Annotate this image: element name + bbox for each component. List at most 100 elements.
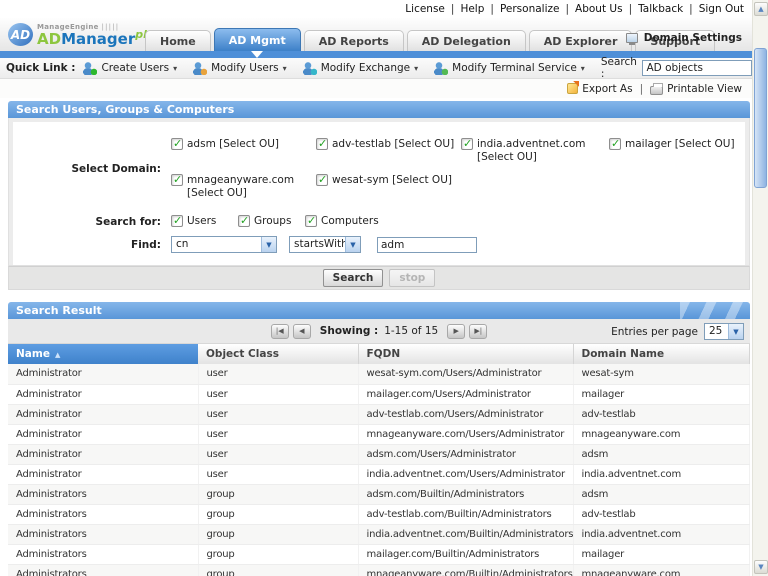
toplink-help[interactable]: Help	[445, 3, 485, 15]
cell-name: Administrator	[8, 364, 198, 384]
cell-name: Administrator	[8, 444, 198, 464]
checkbox-checked-icon[interactable]	[316, 138, 328, 150]
cell-name: Administrator	[8, 464, 198, 484]
domain-checkbox-grid: adsm [Select OU] adv-testlab [Select OU]…	[171, 138, 749, 200]
checkbox-checked-icon[interactable]	[171, 138, 183, 150]
search-for-option-computers[interactable]: Computers	[305, 215, 372, 228]
tab-home[interactable]: Home	[145, 30, 211, 51]
next-page-button[interactable]: ▶	[447, 324, 465, 339]
search-for-option-label: Computers	[321, 215, 379, 228]
tab-ad-explorer[interactable]: AD Explorer	[529, 30, 633, 51]
domain-option-mailager-select-ou[interactable]: mailager [Select OU]	[609, 138, 749, 164]
domain-option-wesat-sym-select-ou[interactable]: wesat-sym [Select OU]	[316, 174, 461, 200]
cell-object-class: user	[198, 404, 358, 424]
scrollbar-down-arrow[interactable]	[754, 560, 768, 574]
chevron-down-icon: ▼	[345, 237, 360, 252]
pagination-bar: |◀ ◀ Showing : 1-15 of 15 ▶ ▶| Entries p…	[8, 319, 750, 344]
domain-settings-label: Domain Settings	[644, 32, 742, 44]
cell-fqdn: mnageanyware.com/Users/Administrator	[358, 424, 573, 444]
toplink-about-us[interactable]: About Us	[559, 3, 622, 15]
domain-option-label: mnageanyware.com [Select OU]	[187, 174, 316, 200]
search-result-header: Search Result	[8, 302, 750, 319]
table-row: Administrators group mnageanyware.com/Bu…	[8, 564, 750, 576]
search-for-option-groups[interactable]: Groups	[238, 215, 305, 228]
chevron-down-icon: ▾	[173, 64, 177, 73]
checkbox-checked-icon[interactable]	[171, 174, 183, 186]
table-row: Administrator user adsm.com/Users/Admini…	[8, 444, 750, 464]
checkbox-checked-icon[interactable]	[609, 138, 621, 150]
select-domain-label: Select Domain:	[21, 163, 171, 175]
vertical-scrollbar[interactable]	[752, 0, 768, 576]
find-operator-select[interactable]: startsWith ▼	[289, 236, 361, 253]
export-as-button[interactable]: Export As	[567, 83, 632, 95]
cell-fqdn: mailager.com/Users/Administrator	[358, 384, 573, 404]
search-for-row: Search for: Users Groups	[21, 215, 737, 228]
cell-domain-name: adv-testlab	[573, 404, 750, 424]
form-button-strip: Search stop	[8, 266, 750, 290]
checkbox-checked-icon[interactable]	[461, 138, 473, 150]
first-page-button[interactable]: |◀	[271, 324, 289, 339]
find-text-input[interactable]	[377, 237, 477, 253]
tab-label: AD Reports	[319, 35, 389, 48]
search-panel: Search Users, Groups & Computers Select …	[8, 101, 750, 290]
top-links-bar: LicenseHelpPersonalizeAbout UsTalkbackSi…	[0, 0, 752, 18]
stop-button[interactable]: stop	[389, 269, 435, 287]
admanager-logo[interactable]: AD ManageEngine ||||| ADManagerplus	[8, 18, 161, 48]
search-input[interactable]	[642, 60, 752, 76]
quicklink-modify-terminal-service[interactable]: Modify Terminal Service ▾	[434, 62, 585, 75]
toplink-talkback[interactable]: Talkback	[623, 3, 684, 15]
separator: |	[640, 83, 644, 95]
cell-fqdn: adv-testlab.com/Builtin/Administrators	[358, 504, 573, 524]
entries-per-page-label: Entries per page	[611, 326, 698, 338]
search-button[interactable]: Search	[323, 269, 384, 287]
quicklink-modify-users[interactable]: Modify Users ▾	[193, 62, 287, 75]
column-header-fqdn[interactable]: FQDN	[358, 344, 573, 364]
find-attribute-value: cn	[172, 237, 261, 252]
domain-option-adv-testlab-select-ou[interactable]: adv-testlab [Select OU]	[316, 138, 461, 164]
toplink-personalize[interactable]: Personalize	[484, 3, 559, 15]
modify-exchange-icon	[303, 62, 317, 75]
quick-link-bar: Quick Link : Create Users ▾ Modify Users…	[0, 58, 752, 79]
scrollbar-up-arrow[interactable]	[754, 2, 768, 16]
cell-domain-name: wesat-sym	[573, 364, 750, 384]
quicklink-create-users[interactable]: Create Users ▾	[83, 62, 177, 75]
tab-ad-mgmt[interactable]: AD Mgmt	[214, 28, 301, 51]
domain-option-india-adventnet-com-select-ou[interactable]: india.adventnet.com [Select OU]	[461, 138, 609, 164]
column-header-name[interactable]: Name▲	[8, 344, 198, 364]
scrollbar-thumb[interactable]	[754, 48, 767, 188]
table-row: Administrators group adsm.com/Builtin/Ad…	[8, 484, 750, 504]
toplink-license[interactable]: License	[405, 3, 445, 15]
search-form: Select Domain: adsm [Select OU] adv-test…	[13, 122, 745, 265]
checkbox-checked-icon[interactable]	[305, 215, 317, 227]
column-header-domain-name[interactable]: Domain Name	[573, 344, 750, 364]
modify-terminal-service-icon	[434, 62, 448, 75]
checkbox-checked-icon[interactable]	[171, 215, 183, 227]
showing-label: Showing :	[320, 325, 378, 337]
cell-domain-name: mnageanyware.com	[573, 564, 750, 576]
column-header-object-class[interactable]: Object Class	[198, 344, 358, 364]
cell-fqdn: mnageanyware.com/Builtin/Administrators	[358, 564, 573, 576]
tab-ad-reports[interactable]: AD Reports	[304, 30, 404, 51]
entries-per-page-select[interactable]: 25 ▼	[704, 323, 744, 340]
printable-view-button[interactable]: Printable View	[650, 83, 742, 95]
domain-option-mnageanyware-com-select-ou[interactable]: mnageanyware.com [Select OU]	[171, 174, 316, 200]
cell-domain-name: india.adventnet.com	[573, 524, 750, 544]
toplink-sign-out[interactable]: Sign Out	[683, 3, 744, 15]
last-page-button[interactable]: ▶|	[469, 324, 487, 339]
cell-fqdn: adsm.com/Users/Administrator	[358, 444, 573, 464]
create-users-icon	[83, 62, 97, 75]
quicklink-label: Modify Terminal Service	[452, 62, 577, 74]
tab-label: Home	[160, 35, 196, 48]
search-for-option-users[interactable]: Users	[171, 215, 238, 228]
quicklink-modify-exchange[interactable]: Modify Exchange ▾	[303, 62, 418, 75]
checkbox-checked-icon[interactable]	[316, 174, 328, 186]
cell-object-class: user	[198, 384, 358, 404]
checkbox-checked-icon[interactable]	[238, 215, 250, 227]
cell-name: Administrators	[8, 524, 198, 544]
previous-page-button[interactable]: ◀	[293, 324, 311, 339]
tab-ad-delegation[interactable]: AD Delegation	[407, 30, 526, 51]
domain-option-adsm-select-ou[interactable]: adsm [Select OU]	[171, 138, 316, 164]
cell-name: Administrators	[8, 484, 198, 504]
find-attribute-select[interactable]: cn ▼	[171, 236, 277, 253]
domain-settings-button[interactable]: Domain Settings	[626, 32, 742, 44]
